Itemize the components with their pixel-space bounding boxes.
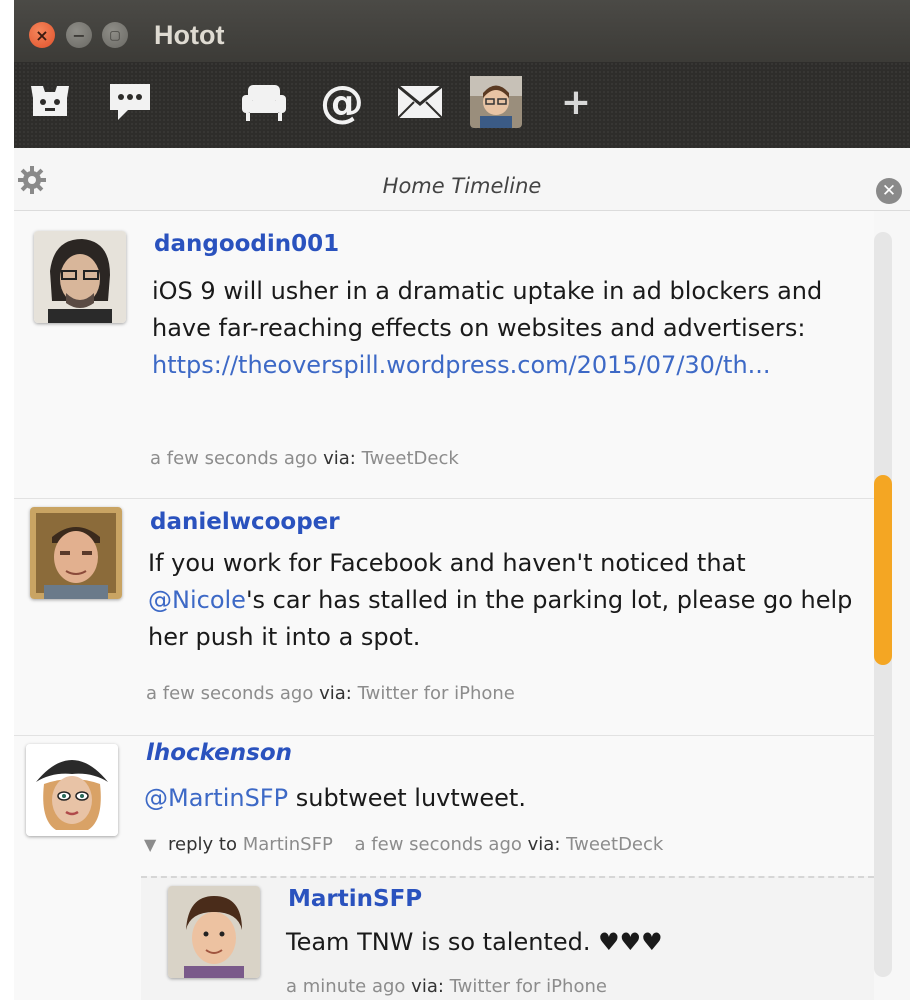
hotot-logo-icon <box>31 86 69 116</box>
mentions-icon: @ <box>320 76 364 128</box>
column-title: Home Timeline <box>382 174 542 198</box>
tweet-meta: a few seconds ago via: Twitter for iPhon… <box>146 683 515 704</box>
tweet-text: @MartinSFP subtweet luvtweet. <box>144 780 860 817</box>
tweet-body: iOS 9 will usher in a dramatic uptake in… <box>152 277 823 342</box>
tweet-mention[interactable]: @Nicole <box>148 586 246 614</box>
tweet-mention[interactable]: @MartinSFP <box>144 784 288 812</box>
avatar[interactable] <box>34 231 126 323</box>
column-header: Home Timeline ✕ <box>14 148 910 211</box>
via-label: via: <box>527 834 561 855</box>
tweet-username[interactable]: danielwcooper <box>150 509 340 535</box>
tweet-time[interactable]: a few seconds ago <box>355 834 522 855</box>
compose-icon <box>110 84 150 120</box>
tweet-source[interactable]: Twitter for iPhone <box>358 683 515 704</box>
profile-tab[interactable] <box>470 76 522 128</box>
close-icon: ✕ <box>881 181 897 201</box>
via-label: via: <box>411 976 444 997</box>
minimize-icon: − <box>72 25 86 45</box>
hotot-logo-button[interactable] <box>24 76 76 128</box>
profile-avatar <box>470 76 522 128</box>
tweet-link[interactable]: https://theoverspill.wordpress.com/2015/… <box>152 351 771 379</box>
mentions-tab[interactable]: @ <box>316 76 368 128</box>
home-timeline-icon <box>242 85 286 121</box>
avatar-image <box>168 886 260 978</box>
window-title: Hotot <box>154 20 225 50</box>
tweet-time[interactable]: a few seconds ago <box>146 683 313 704</box>
compose-button[interactable] <box>104 76 156 128</box>
maximize-icon: ▢ <box>109 28 121 42</box>
tweet-body: subtweet luvtweet. <box>288 784 526 812</box>
via-label: via: <box>323 448 356 469</box>
tweet-item[interactable]: danielwcooper If you work for Facebook a… <box>14 499 874 736</box>
home-timeline-tab[interactable] <box>238 76 290 128</box>
tweet-text: If you work for Facebook and haven't not… <box>148 545 864 656</box>
reply-text: Team TNW is so talented. ♥♥♥ <box>286 928 663 956</box>
avatar[interactable] <box>30 507 122 599</box>
reply-time[interactable]: a minute ago <box>286 976 405 997</box>
avatar-image <box>30 507 122 599</box>
avatar-image <box>26 744 118 836</box>
tweet-source[interactable]: TweetDeck <box>566 834 663 855</box>
window-close-button[interactable]: × <box>29 22 55 48</box>
reply-to-label: reply to <box>168 834 237 855</box>
via-label: via: <box>319 683 352 704</box>
tweet-username[interactable]: lhockenson <box>146 740 292 766</box>
hotot-window: × − ▢ Hotot @ + Home Timeline ✕ dangoodi… <box>14 0 910 1000</box>
add-column-icon: + <box>560 81 592 123</box>
messages-tab[interactable] <box>394 76 446 128</box>
close-column-button[interactable]: ✕ <box>876 178 902 204</box>
tweet-time[interactable]: a few seconds ago <box>150 448 317 469</box>
avatar-image <box>34 231 126 323</box>
tweet-username[interactable]: dangoodin001 <box>154 231 339 257</box>
tweet-source[interactable]: TweetDeck <box>362 448 459 469</box>
tweet-body-start: If you work for Facebook and haven't not… <box>148 549 746 577</box>
tweet-text: iOS 9 will usher in a dramatic uptake in… <box>152 273 862 384</box>
reply-source[interactable]: Twitter for iPhone <box>450 976 607 997</box>
tweet-item[interactable]: dangoodin001 iOS 9 will usher in a drama… <box>14 211 874 499</box>
tweet-meta: a few seconds ago via: TweetDeck <box>150 448 459 469</box>
messages-icon <box>397 84 443 119</box>
scrollbar-thumb[interactable] <box>874 475 892 665</box>
window-maximize-button[interactable]: ▢ <box>102 22 128 48</box>
avatar[interactable] <box>168 886 260 978</box>
tweet-meta: ▼ reply to MartinSFP a few seconds ago v… <box>144 834 663 855</box>
close-icon: × <box>35 25 49 45</box>
avatar[interactable] <box>26 744 118 836</box>
reply-to-user[interactable]: MartinSFP <box>243 834 333 855</box>
expand-arrow-icon[interactable]: ▼ <box>144 835 156 854</box>
reply-context: MartinSFP Team TNW is so talented. ♥♥♥ a… <box>141 876 874 1000</box>
reply-username[interactable]: MartinSFP <box>288 886 422 912</box>
reply-meta: a minute ago via: Twitter for iPhone <box>286 976 607 997</box>
main-toolbar: @ + <box>14 62 910 150</box>
tweet-body-end: 's car has stalled in the parking lot, p… <box>148 586 853 651</box>
add-column-button[interactable]: + <box>550 76 602 128</box>
window-minimize-button[interactable]: − <box>66 22 92 48</box>
title-bar: × − ▢ Hotot <box>14 0 910 62</box>
